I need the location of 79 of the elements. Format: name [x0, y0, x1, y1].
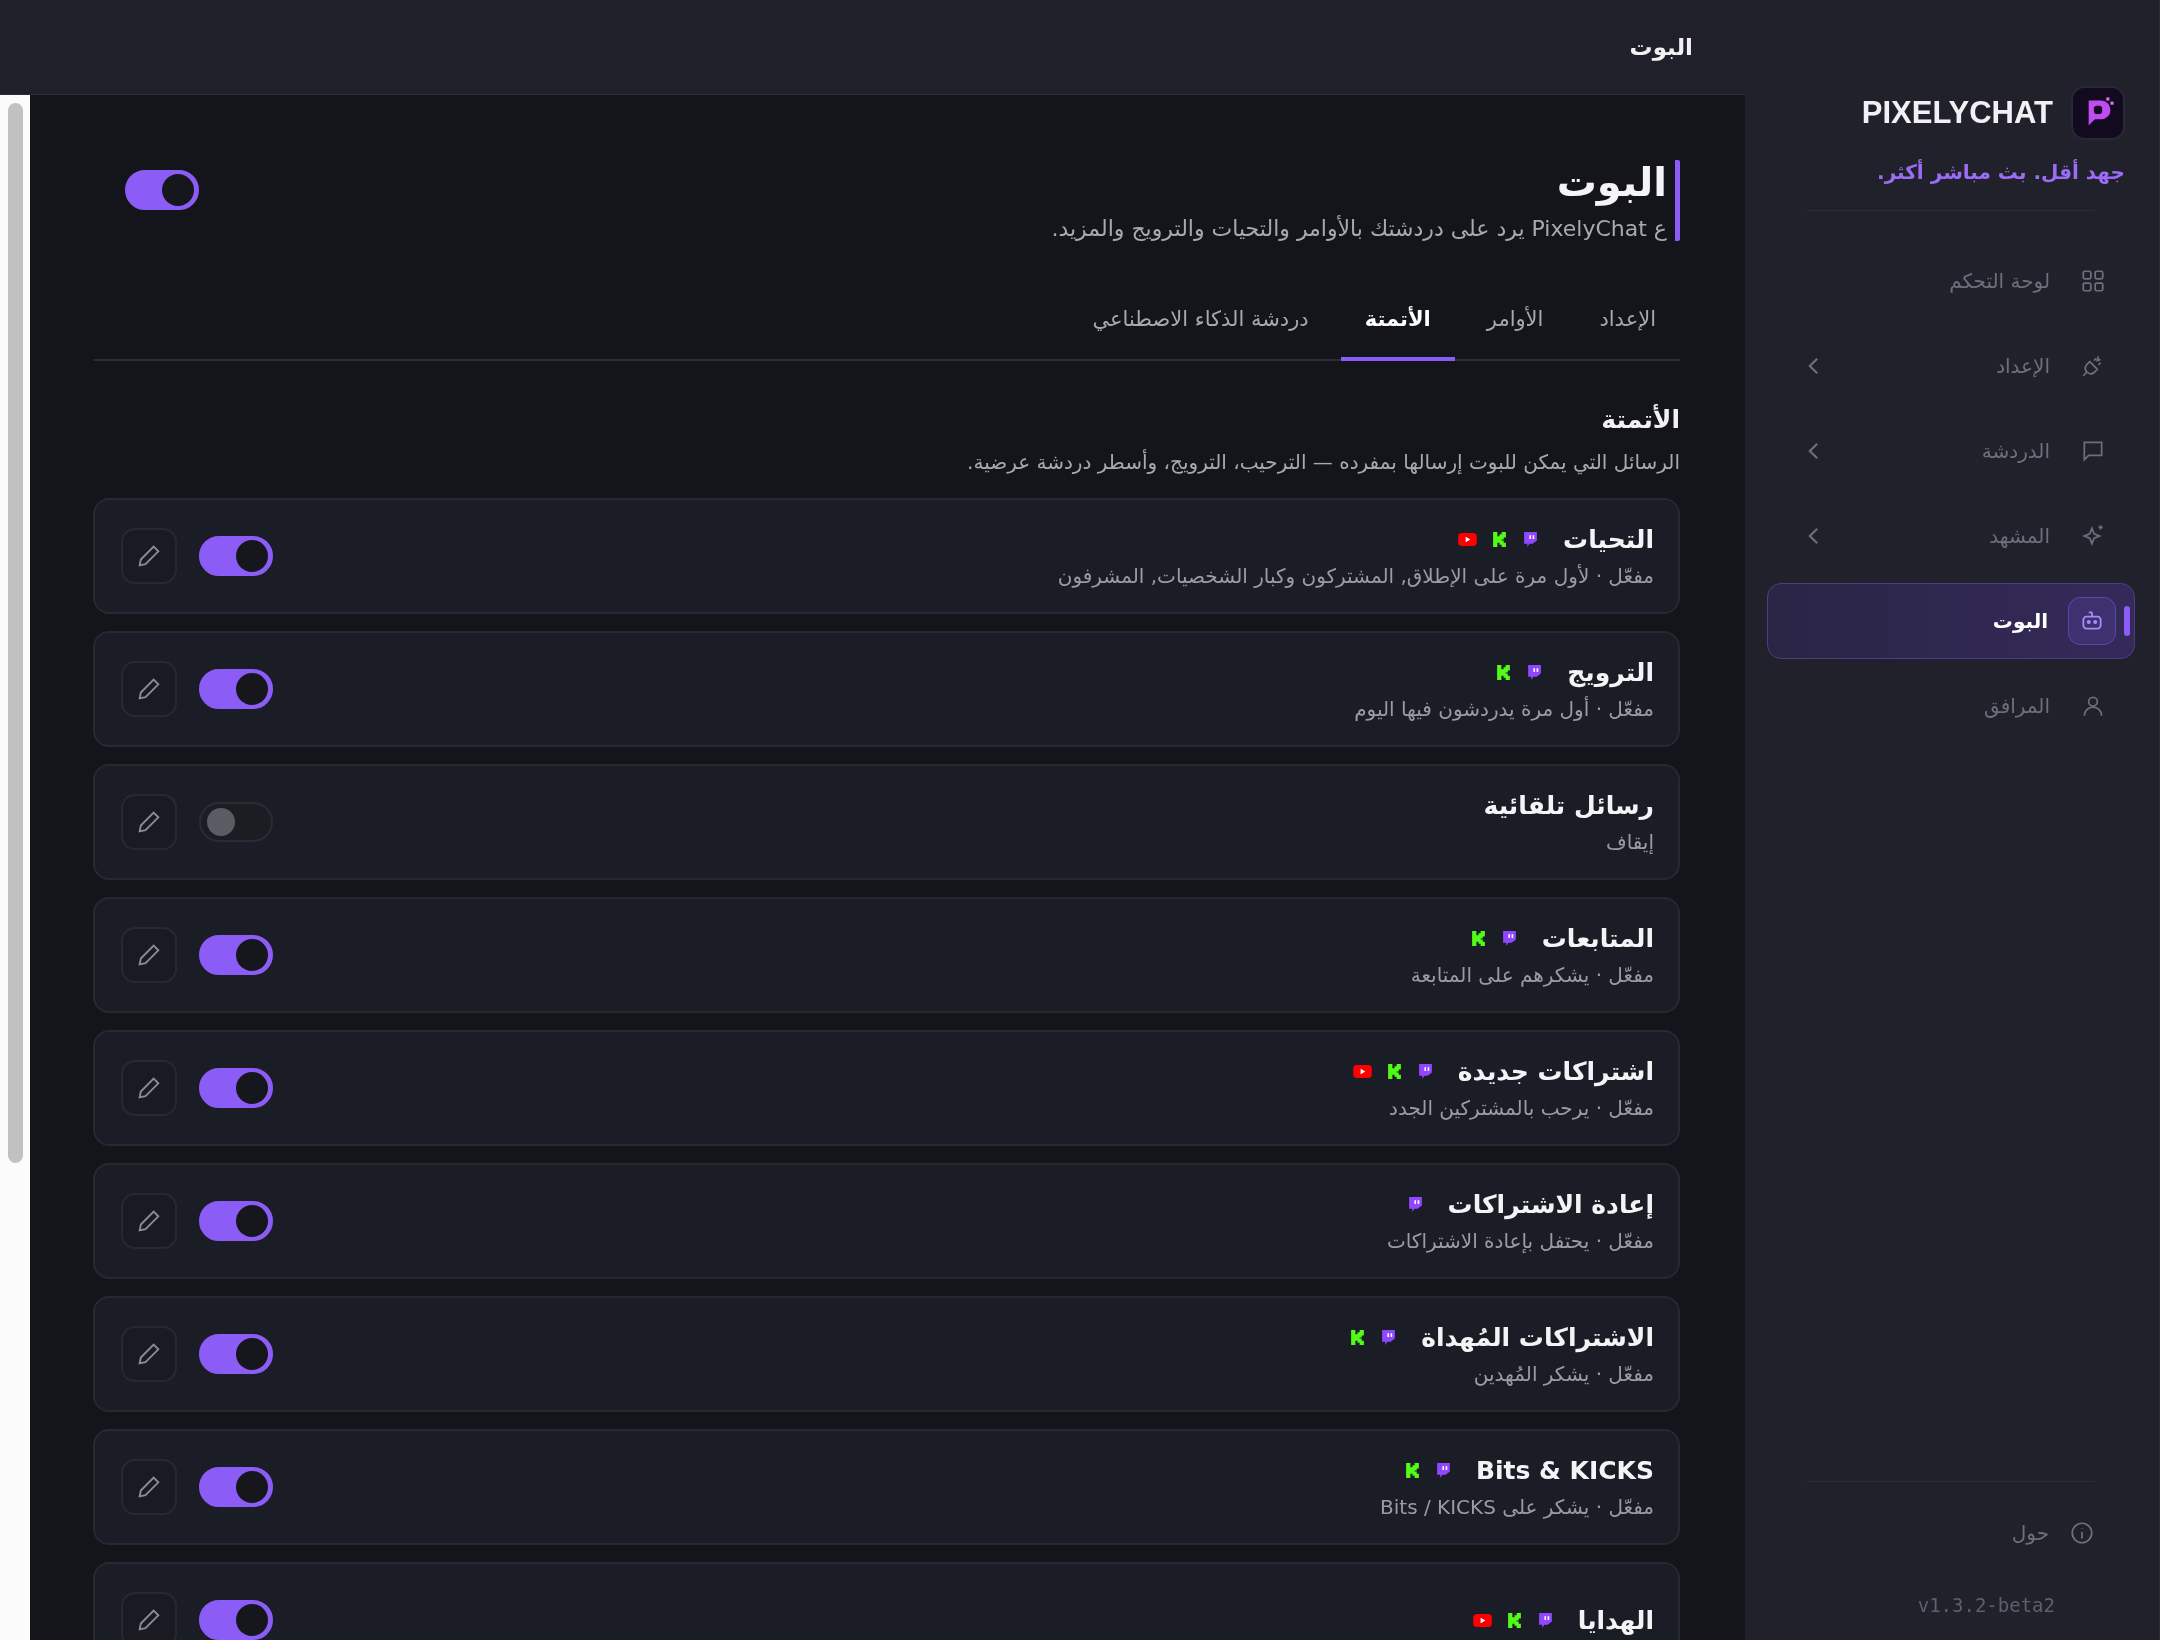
speech-bubble-icon: [1522, 530, 1540, 548]
edit-button[interactable]: [121, 661, 177, 717]
toggle-switch[interactable]: [199, 1201, 273, 1241]
speech-bubble-icon: [1500, 929, 1518, 947]
automation-status: مفعّل · يرحب بالمشتركين الجدد: [1388, 1095, 1654, 1120]
edit-button[interactable]: [121, 528, 177, 584]
scrollbar[interactable]: [0, 95, 30, 1640]
speech-bubble-icon: [1526, 663, 1544, 681]
section-title: الأتمتة: [1600, 405, 1680, 434]
toggle-switch[interactable]: [199, 1068, 273, 1108]
info-icon: [2069, 1520, 2095, 1546]
block-k-icon: [1495, 663, 1513, 681]
automation-status: مفعّل · يشكر على Bits / KICKS: [1380, 1494, 1654, 1519]
automation-status: مفعّل · يحتفل بإعادة الاشتراكات: [1386, 1228, 1654, 1253]
tab[interactable]: الإعداد: [1575, 289, 1680, 361]
automation-title: التحيات: [1563, 524, 1654, 554]
version-label: v1.3.2-beta2: [1916, 1593, 2056, 1618]
tagline: جهد أقل. بث مباشر أكثر.: [1876, 160, 2126, 184]
automation-title: اشتراكات جديدة: [1457, 1056, 1654, 1086]
tab[interactable]: الأوامر: [1462, 289, 1568, 361]
edit-button[interactable]: [121, 1592, 177, 1640]
edit-button[interactable]: [121, 927, 177, 983]
edit-button[interactable]: [121, 1060, 177, 1116]
automation-title: الهدايا: [1577, 1605, 1654, 1635]
automation-status: مفعّل · لأول مرة على الإطلاق, المشتركون وكبار الشخصيات, المشرفون: [1057, 563, 1654, 588]
brand-name: PIXELYCHAT: [1861, 95, 2053, 131]
toggle-switch[interactable]: [199, 669, 273, 709]
play-button-icon: [1472, 1613, 1492, 1627]
edit-button[interactable]: [121, 794, 177, 850]
automation-title: الترويج: [1567, 657, 1654, 687]
automation-title: الاشتراكات المُهداة: [1421, 1322, 1654, 1352]
speech-bubble-icon: [1536, 1611, 1554, 1629]
nav-item[interactable]: الدردشة: [1767, 413, 2135, 489]
edit-button[interactable]: [121, 1459, 177, 1515]
automation-title: رسائل تلقائية: [1483, 790, 1654, 820]
page-title: البوت: [1629, 34, 1693, 60]
active-indicator: [2124, 606, 2130, 636]
nav-item[interactable]: البوت: [1767, 583, 2135, 659]
play-button-icon: [1352, 1064, 1372, 1078]
tab[interactable]: الأتمتة: [1340, 289, 1455, 361]
toggle-switch[interactable]: [199, 1600, 273, 1640]
toggle-switch[interactable]: [125, 170, 199, 210]
heading-description: ع PixelyChat يرد على دردشتك بالأوامر والتحيات والترويج والمزيد.: [1051, 216, 1667, 241]
automation-title: المتابعات: [1541, 923, 1654, 953]
toggle-switch[interactable]: [199, 935, 273, 975]
speech-bubble-icon: [1434, 1461, 1452, 1479]
heading: البوت: [1555, 160, 1667, 204]
block-k-icon: [1385, 1062, 1403, 1080]
automation-status: مفعّل · يشكرهم على المتابعة: [1410, 962, 1654, 987]
toggle-switch[interactable]: [199, 1334, 273, 1374]
automation-status: مفعّل · يشكر المُهدين: [1472, 1361, 1654, 1386]
automation-status: مفعّل · أول مرة يدردشون فيها اليوم: [1354, 696, 1654, 721]
automation-title: إعادة الاشتراكات: [1447, 1189, 1654, 1219]
block-k-icon: [1491, 530, 1509, 548]
block-k-icon: [1469, 929, 1487, 947]
automation-status: إيقاف: [1604, 829, 1654, 854]
about-link[interactable]: حول: [1767, 1496, 2135, 1570]
toggle-switch[interactable]: [199, 802, 273, 842]
logo-icon: [2071, 86, 2125, 140]
edit-button[interactable]: [121, 1193, 177, 1249]
nav-item[interactable]: المشهد: [1767, 498, 2135, 574]
speech-bubble-icon: [1406, 1195, 1424, 1213]
tab[interactable]: دردشة الذكاء الاصطناعي: [1068, 289, 1333, 361]
toggle-switch[interactable]: [199, 1467, 273, 1507]
nav-item[interactable]: الإعداد: [1767, 328, 2135, 404]
play-button-icon: [1458, 532, 1478, 546]
toggle-switch[interactable]: [199, 536, 273, 576]
nav-item[interactable]: لوحة التحكم: [1767, 243, 2135, 319]
grid-icon: [2080, 268, 2106, 294]
block-k-icon: [1349, 1328, 1367, 1346]
automation-title: Bits & KICKS: [1475, 1455, 1654, 1485]
block-k-icon: [1505, 1611, 1523, 1629]
speech-bubble-icon: [1380, 1328, 1398, 1346]
message-icon: [2080, 438, 2106, 464]
edit-button[interactable]: [121, 1326, 177, 1382]
block-k-icon: [1403, 1461, 1421, 1479]
nav-item[interactable]: المرافق: [1767, 668, 2135, 744]
speech-bubble-icon: [1416, 1062, 1434, 1080]
section-description: الرسائل التي يمكن للبوت إرسالها بمفرده — الترحيب، الترويج، وأسطر دردشة عرضية.: [966, 450, 1680, 474]
